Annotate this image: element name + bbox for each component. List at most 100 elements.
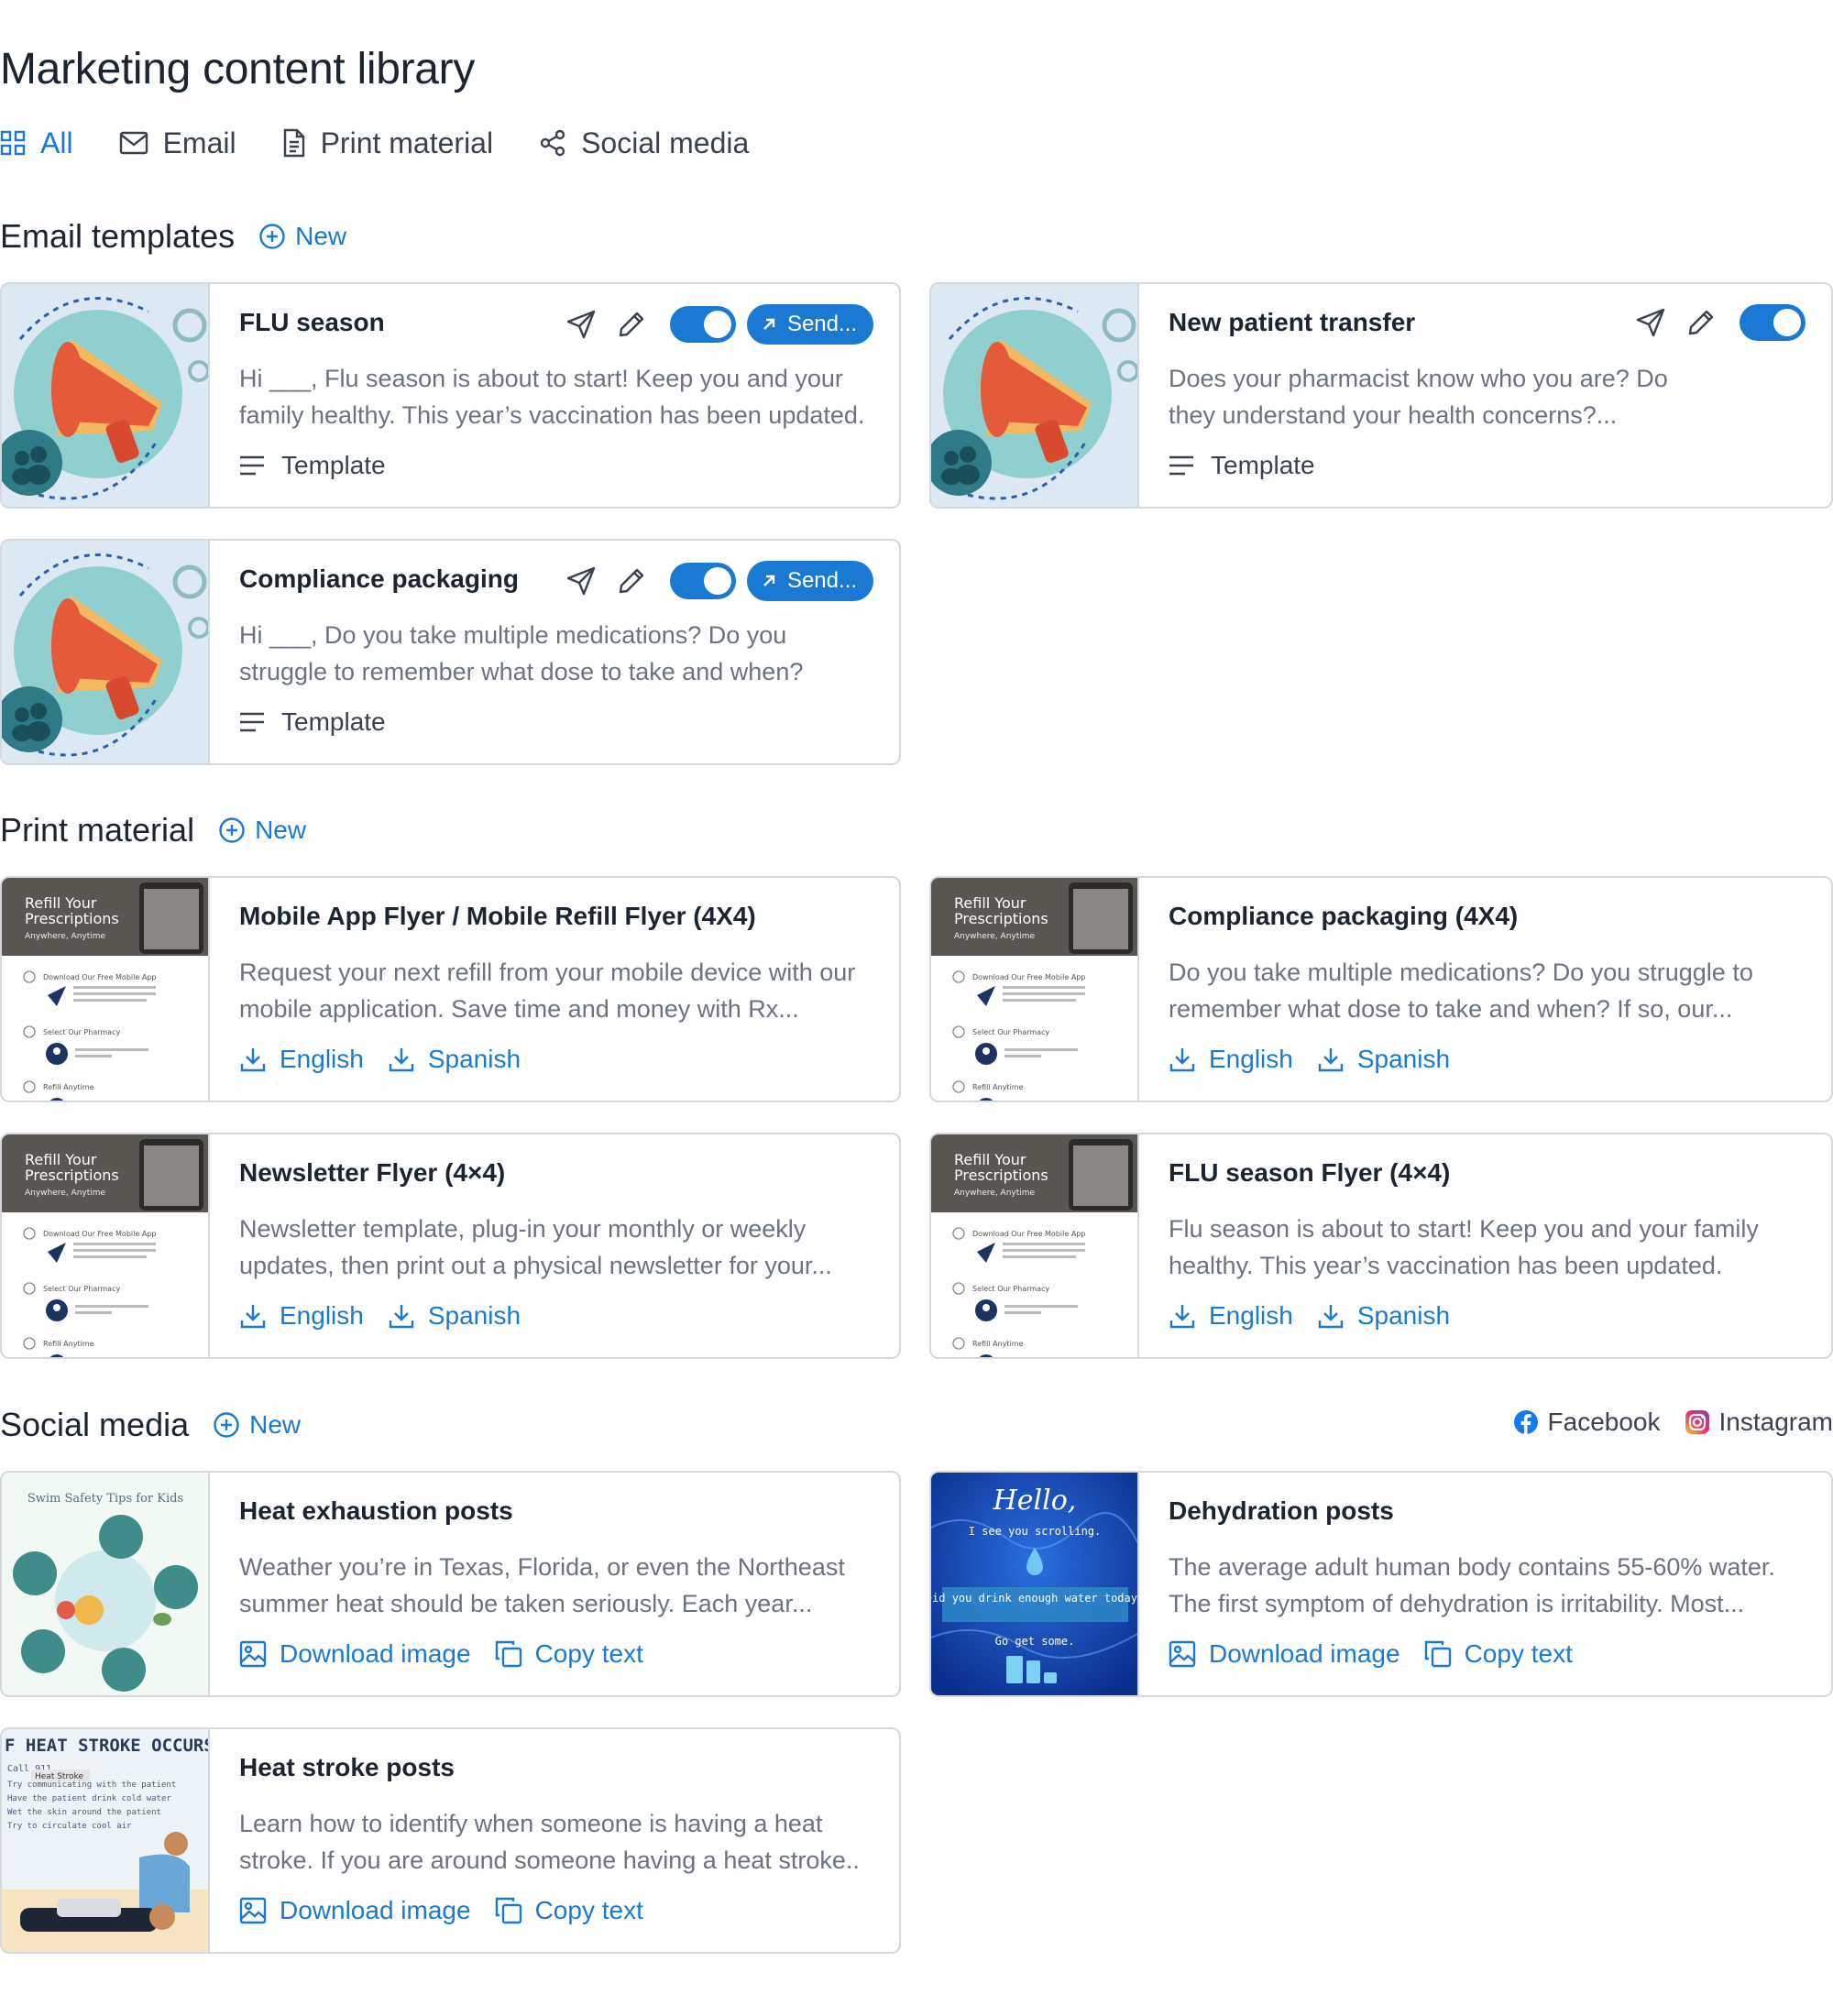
filter-instagram[interactable]: Instagram [1685,1408,1833,1437]
social-card-heat-stroke[interactable]: F HEAT STROKE OCCURS: Call 911 Heat Stro… [0,1727,901,1954]
print-thumbnail: Refill Your Prescriptions Anywhere, Anyt… [931,1134,1139,1357]
print-card-3[interactable]: Refill Your Prescriptions Anywhere, Anyt… [0,1133,901,1359]
english-label: English [280,1301,364,1330]
tab-all-label: All [40,126,73,159]
copy-text-button[interactable]: Copy text [495,1896,643,1925]
flyer-h3: Anywhere, Anytime [25,932,106,941]
copy-icon [495,1897,521,1924]
plus-circle-icon [214,1412,239,1438]
flyer-h2: Prescriptions [25,910,119,927]
download-image-button[interactable]: Download image [239,1896,471,1925]
card-description: Learn how to identify when someone is ha… [239,1810,860,1874]
hello-text: Hello, [993,1485,1077,1517]
new-social-post-button[interactable]: New [213,1410,301,1440]
flyer-h3: Anywhere, Anytime [954,932,1036,941]
download-english-button[interactable]: English [239,1301,364,1331]
download-english-button[interactable]: English [1169,1301,1293,1331]
copy-label: Copy text [534,1896,643,1924]
card-description: Flu season is about to start! Keep you a… [1169,1215,1759,1279]
edit-pencil-icon[interactable] [1686,308,1716,337]
card-description: Request your next refill from your mobil… [239,959,856,1023]
download-spanish-button[interactable]: Spanish [1317,1045,1450,1074]
active-toggle[interactable] [669,563,736,599]
heat-stroke-illustration: F HEAT STROKE OCCURS: Call 911 Heat Stro… [2,1729,208,1952]
active-toggle[interactable] [669,306,736,343]
document-icon [283,128,304,158]
card-description: Hi ___, Flu season is about to start! Ke… [239,365,865,429]
download-spanish-button[interactable]: Spanish [388,1301,521,1331]
flyer-step-1: Download Our Free Mobile App [43,1230,156,1238]
plus-circle-icon [259,224,285,249]
flyer-h3: Anywhere, Anytime [954,1189,1036,1198]
megaphone-illustration [931,284,1137,507]
copy-text-button[interactable]: Copy text [495,1639,643,1669]
image-icon [1169,1640,1196,1668]
download-icon [1318,1305,1344,1329]
copy-text-button[interactable]: Copy text [1424,1639,1573,1669]
card-title: Dehydration posts [1169,1496,1394,1525]
flyer-step-3: Refill Anytime [43,1083,94,1091]
email-card-compliance-packaging[interactable]: Compliance packaging Send... Hi ___, Do … [0,539,901,765]
image-icon [239,1640,267,1668]
card-title: Compliance packaging (4X4) [1169,902,1519,930]
edit-pencil-icon[interactable] [617,310,646,339]
copy-label: Copy text [1464,1639,1573,1668]
share-icon [540,129,565,157]
english-label: English [280,1045,364,1073]
tab-print-material[interactable]: Print material [282,126,493,160]
facebook-icon [1513,1410,1538,1434]
tab-all[interactable]: All [0,126,73,160]
template-label: Template [1169,451,1315,480]
edit-pencil-icon[interactable] [617,566,646,596]
send-icon[interactable] [565,309,597,340]
filter-facebook[interactable]: Facebook [1513,1408,1661,1437]
new-print-material-button[interactable]: New [218,816,306,845]
card-title: FLU season [239,308,385,336]
print-card-1[interactable]: Refill Your Prescriptions Anywhere, Anyt… [0,876,901,1102]
scrolling-text: I see you scrolling. [969,1525,1102,1538]
tab-email-label: Email [162,126,236,159]
download-image-button[interactable]: Download image [239,1639,471,1669]
email-card-flu-season[interactable]: FLU season Send... Hi ___, Flu season is… [0,282,901,509]
send-label: Send... [786,312,857,336]
new-email-template-button[interactable]: New [258,222,346,251]
grid-icon [0,130,26,156]
instagram-label: Instagram [1718,1408,1833,1436]
tab-social-media[interactable]: Social media [539,126,749,160]
download-spanish-button[interactable]: Spanish [388,1045,521,1074]
instagram-icon [1685,1410,1709,1434]
print-thumbnail: Refill Your Prescriptions Anywhere, Anyt… [2,1134,210,1357]
download-icon [1169,1305,1195,1329]
card-description: The average adult human body contains 55… [1169,1553,1775,1617]
download-icon [240,1048,266,1072]
tab-email[interactable]: Email [119,126,236,160]
flyer-h2: Prescriptions [954,1167,1048,1184]
send-button[interactable]: Send... [746,561,873,601]
spanish-label: Spanish [427,1045,521,1073]
flyer-step-1: Download Our Free Mobile App [43,973,156,981]
print-card-2[interactable]: Refill Your Prescriptions Anywhere, Anyt… [929,876,1833,1102]
active-toggle[interactable] [1740,304,1806,341]
download-image-button[interactable]: Download image [1169,1639,1400,1669]
send-button[interactable]: Send... [746,304,873,345]
flyer-step-1: Download Our Free Mobile App [972,1230,1085,1238]
download-english-button[interactable]: English [1169,1045,1293,1074]
send-icon[interactable] [565,565,597,597]
download-spanish-button[interactable]: Spanish [1317,1301,1450,1331]
download-english-button[interactable]: English [239,1045,364,1074]
email-card-new-patient-transfer[interactable]: New patient transfer Does your pharmacis… [929,282,1833,509]
send-icon[interactable] [1635,307,1666,338]
copy-icon [495,1640,521,1668]
new-label: New [249,1410,302,1439]
spanish-label: Spanish [427,1301,521,1330]
social-card-heat-exhaustion[interactable]: Swim Safety Tips for Kids Heat exhaustio… [0,1471,901,1697]
social-thumbnail: Swim Safety Tips for Kids [2,1473,210,1695]
flyer-step-3: Refill Anytime [972,1340,1024,1348]
card-title: Newsletter Flyer (4×4) [239,1158,506,1187]
download-icon [389,1048,414,1072]
print-card-4[interactable]: Refill Your Prescriptions Anywhere, Anyt… [929,1133,1833,1359]
download-icon [240,1305,266,1329]
flyer-h2: Prescriptions [954,910,1048,927]
download-label: Download image [280,1896,471,1924]
social-card-dehydration[interactable]: Hello, I see you scrolling. Did you drin… [929,1471,1833,1697]
